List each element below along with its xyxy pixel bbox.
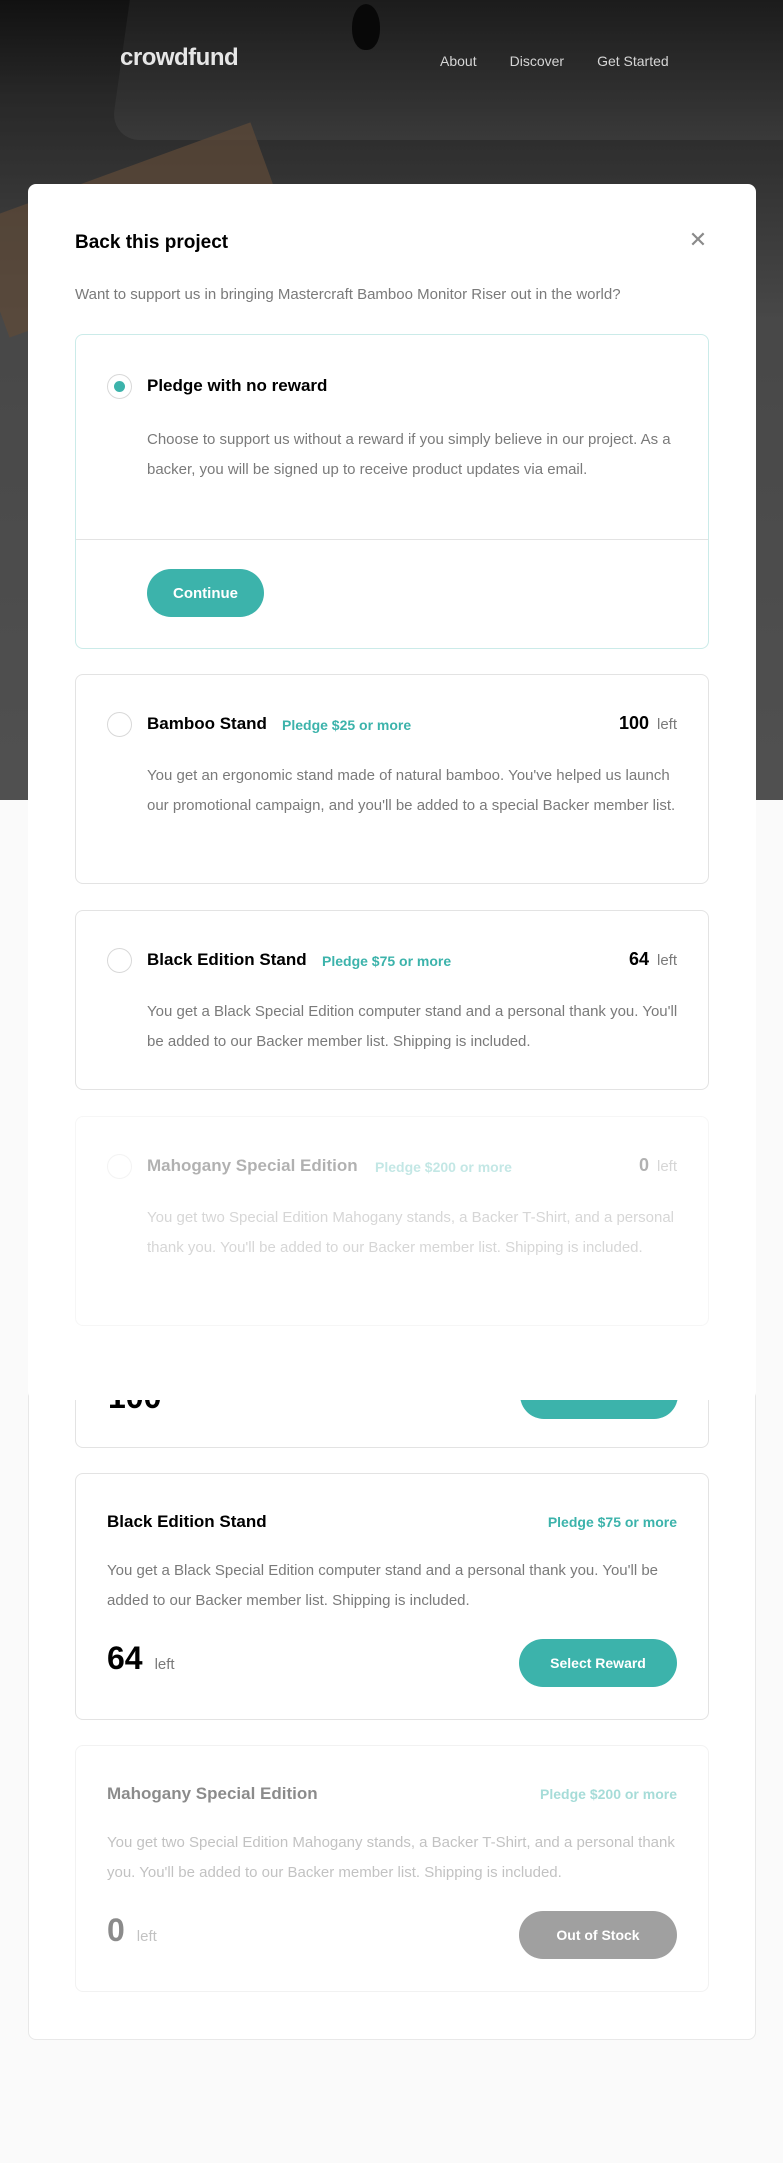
modal-subtitle: Want to support us in bringing Mastercra… [75, 286, 621, 303]
nav-about[interactable]: About [440, 53, 477, 69]
option-pledge: Pledge $25 or more [282, 717, 412, 733]
stock-label: left [656, 952, 677, 969]
reward-desc: You get two Special Edition Mahogany sta… [107, 1834, 675, 1881]
nav-links: About Discover Get Started [440, 53, 669, 69]
out-of-stock-button: Out of Stock [519, 1911, 677, 1959]
close-icon[interactable]: ✕ [688, 229, 708, 251]
select-reward-button[interactable]: Select Reward [519, 1639, 677, 1687]
stock-label: left [656, 1158, 677, 1175]
reward-title: Black Edition Stand [107, 1512, 267, 1531]
option-title: Pledge with no reward [147, 376, 328, 395]
option-stock: 64 left [629, 949, 677, 970]
stock-number: 0 [107, 1912, 125, 1948]
option-stock: 100 left [619, 713, 677, 734]
reward-title: Mahogany Special Edition [107, 1784, 318, 1803]
option-desc: You get an ergonomic stand made of natur… [147, 767, 676, 814]
option-no-reward[interactable]: Pledge with no reward Choose to support … [75, 334, 709, 649]
continue-button[interactable]: Continue [147, 569, 264, 617]
option-pledge: Pledge $200 or more [375, 1159, 512, 1175]
option-bamboo-stand[interactable]: Bamboo Stand Pledge $25 or more 100 left… [75, 674, 709, 884]
reward-pledge: Pledge $75 or more [547, 1514, 677, 1530]
option-title: Black Edition Stand [147, 950, 307, 969]
option-black-edition[interactable]: Black Edition Stand Pledge $75 or more 6… [75, 910, 709, 1090]
top-nav: crowdfund About Discover Get Started [0, 0, 783, 120]
option-title: Mahogany Special Edition [147, 1156, 358, 1175]
nav-discover[interactable]: Discover [510, 53, 564, 69]
logo[interactable]: crowdfund [120, 44, 239, 72]
option-pledge: Pledge $75 or more [322, 953, 452, 969]
stock-number: 100 [618, 713, 649, 733]
reward-desc: You get a Black Special Edition computer… [107, 1562, 659, 1609]
radio-black-edition[interactable] [107, 948, 132, 973]
option-desc: Choose to support us without a reward if… [147, 431, 671, 478]
radio-bamboo-stand[interactable] [107, 712, 132, 737]
reward-card-black-edition: Black Edition Stand Pledge $75 or more Y… [75, 1473, 709, 1720]
nav-get-started[interactable]: Get Started [597, 53, 669, 69]
radio-mahogany [107, 1154, 132, 1179]
option-title: Bamboo Stand [147, 714, 267, 733]
modal-title: Back this project [75, 232, 229, 253]
option-divider [76, 539, 708, 540]
stock-label: left [656, 716, 677, 733]
stock-number: 0 [638, 1155, 649, 1175]
back-project-modal: Back this project ✕ Want to support us i… [28, 184, 756, 1400]
option-stock: 0 left [639, 1155, 677, 1176]
stock-number: 64 [628, 949, 649, 969]
reward-stock: 64 left [107, 1640, 175, 1677]
stock-number: 64 [107, 1640, 143, 1676]
reward-card-mahogany: Mahogany Special Edition Pledge $200 or … [75, 1745, 709, 1992]
option-mahogany: Mahogany Special Edition Pledge $200 or … [75, 1116, 709, 1326]
stock-label: left [154, 1656, 175, 1673]
stock-label: left [136, 1928, 157, 1945]
reward-stock: 0 left [107, 1912, 157, 1949]
radio-no-reward[interactable] [107, 374, 132, 399]
reward-pledge: Pledge $200 or more [540, 1786, 677, 1802]
option-desc: You get a Black Special Edition computer… [147, 1003, 678, 1050]
option-desc: You get two Special Edition Mahogany sta… [147, 1209, 674, 1256]
